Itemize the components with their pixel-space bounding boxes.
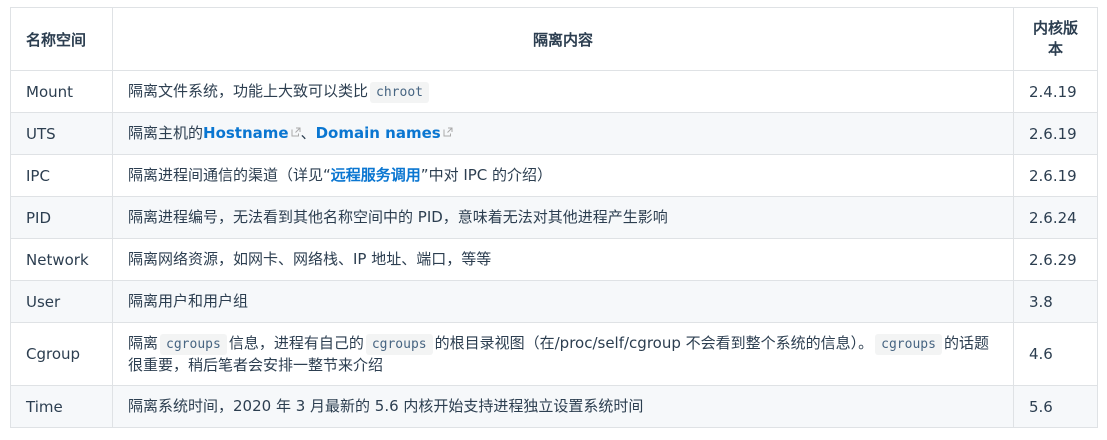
separator: 、 [300,124,316,142]
content-text: ”中对 IPC 的介绍） [420,166,553,184]
isolation-content: 隔离系统时间，2020 年 3 月最新的 5.6 内核开始支持进程独立设置系统时… [112,385,1014,428]
content-text: 信息，进程有自己的 [228,333,364,352]
table-row: Mount 隔离文件系统，功能上大致可以类比 chroot 2.4.19 [10,70,1098,113]
inline-code: cgroups [365,333,433,355]
header-namespace: 名称空间 [10,7,113,71]
content-text: 隔离 [128,333,159,352]
namespace-name: IPC [10,154,113,197]
namespace-name: Network [10,238,113,281]
kernel-version: 2.6.24 [1013,196,1098,239]
kernel-version: 2.6.29 [1013,238,1098,281]
content-text: 隔离主机的 [128,124,204,142]
table-row: UTS 隔离主机的Hostname 、Domain names 2.6.19 [10,112,1098,155]
kernel-version: 4.6 [1013,322,1098,386]
external-link-icon [291,127,301,137]
table-row: IPC 隔离进程间通信的渠道（详见“远程服务调用”中对 IPC 的介绍） 2.6… [10,154,1098,197]
inline-code: cgroups [160,333,227,355]
namespace-name: PID [10,196,113,239]
namespace-name: Mount [10,70,113,113]
external-link-icon [443,127,453,137]
table-header-row: 名称空间 隔离内容 内核版本 [10,7,1098,71]
content-text: 隔离文件系统，功能上大致可以类比 [128,81,369,100]
isolation-content: 隔离文件系统，功能上大致可以类比 chroot [112,70,1014,113]
namespace-name: Time [10,385,113,428]
table-row: User 隔离用户和用户组 3.8 [10,280,1098,323]
header-content: 隔离内容 [112,7,1014,71]
namespace-name: User [10,280,113,323]
kernel-version: 2.6.19 [1013,112,1098,155]
header-version: 内核版本 [1013,7,1098,71]
isolation-content: 隔离进程编号，无法看到其他名称空间中的 PID，意味着无法对其他进程产生影响 [112,196,1014,239]
kernel-version: 2.4.19 [1013,70,1098,113]
isolation-content: 隔离 cgroups 信息，进程有自己的 cgroups 的根目录视图（在/proc/s… [112,322,1014,386]
kernel-version: 3.8 [1013,280,1098,323]
link-text: Domain names [315,124,441,142]
table-row: Network 隔离网络资源，如网卡、网络栈、IP 地址、端口，等等 2.6.2… [10,238,1098,281]
hostname-link[interactable]: Hostname [203,124,301,142]
content-text: 隔离进程间通信的渠道（详见“ [128,166,331,184]
domain-names-link[interactable]: Domain names [316,124,453,142]
namespace-table: 名称空间 隔离内容 内核版本 Mount 隔离文件系统，功能上大致可以类比 chr… [10,7,1098,428]
namespace-name: UTS [10,112,113,155]
inline-code: cgroups [875,333,942,355]
table-row: PID 隔离进程编号，无法看到其他名称空间中的 PID，意味着无法对其他进程产生… [10,196,1098,239]
table-row: Time 隔离系统时间，2020 年 3 月最新的 5.6 内核开始支持进程独立… [10,385,1098,428]
namespace-name: Cgroup [10,322,113,386]
table-row: Cgroup 隔离 cgroups 信息，进程有自己的 cgroups 的根目录视图（在… [10,322,1098,386]
isolation-content: 隔离用户和用户组 [112,280,1014,323]
isolation-content: 隔离进程间通信的渠道（详见“远程服务调用”中对 IPC 的介绍） [112,154,1014,197]
isolation-content: 隔离主机的Hostname 、Domain names [112,112,1014,155]
content-text: 的根目录视图（在/proc/self/cgroup 不会看到整个系统的信息）。 [434,333,874,352]
kernel-version: 2.6.19 [1013,154,1098,197]
inline-code: chroot [370,81,429,103]
kernel-version: 5.6 [1013,385,1098,428]
isolation-content: 隔离网络资源，如网卡、网络栈、IP 地址、端口，等等 [112,238,1014,281]
rpc-link[interactable]: 远程服务调用 [331,166,421,184]
link-text: Hostname [203,124,289,142]
